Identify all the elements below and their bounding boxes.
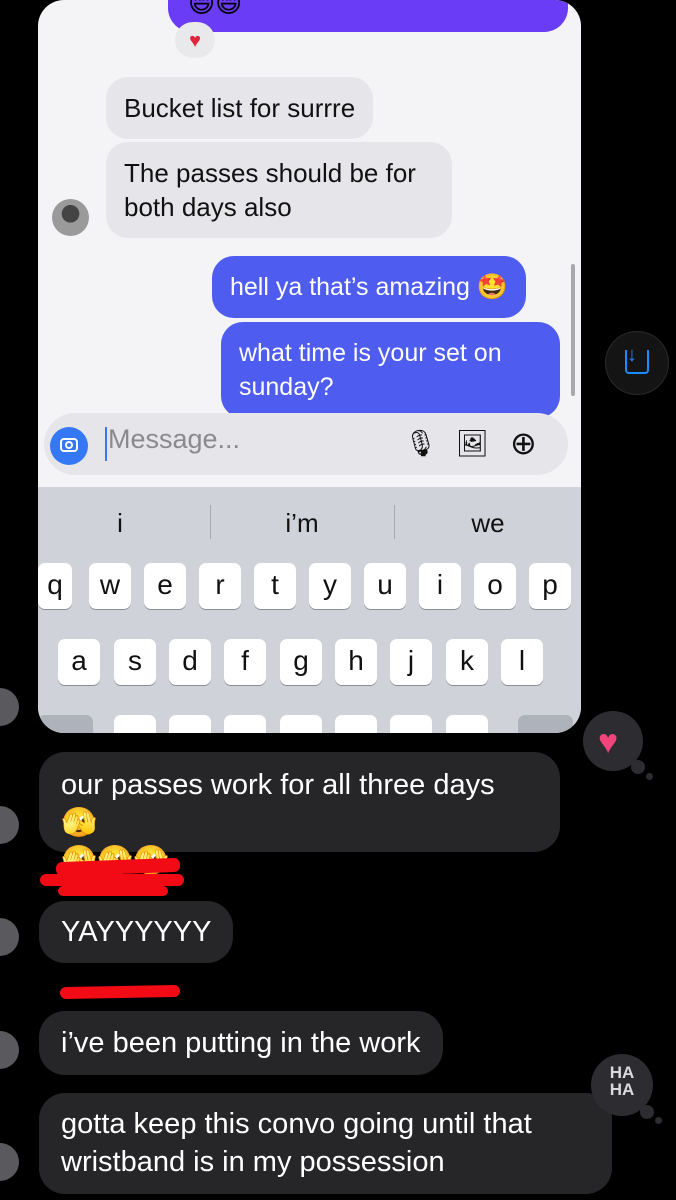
key[interactable] <box>390 715 432 733</box>
incoming-message: our passes work for all three days 🫣 🫣🫣🫣 <box>39 752 560 877</box>
incoming-message: gotta keep this convo going until that w… <box>39 1093 612 1194</box>
redaction-mark <box>40 874 184 886</box>
suggestion[interactable]: i <box>60 508 180 539</box>
camera-icon[interactable] <box>50 427 88 465</box>
incoming-message: Bucket list for surrre <box>106 77 374 139</box>
delete-key[interactable] <box>518 715 573 733</box>
haha-icon: HA HA <box>604 1064 640 1098</box>
top-emojis: 😄😄 <box>188 0 243 18</box>
embedded-screenshot: 😄😄 ♥ Bucket list for surrre The passes s… <box>38 0 581 733</box>
key[interactable]: r <box>199 563 241 609</box>
key[interactable]: g <box>280 639 322 685</box>
key[interactable] <box>335 715 377 733</box>
haha-text: HA <box>609 1080 635 1099</box>
key[interactable]: l <box>501 639 543 685</box>
avatar <box>52 199 89 236</box>
key[interactable] <box>224 715 266 733</box>
key[interactable] <box>280 715 322 733</box>
avatar <box>0 688 19 726</box>
divider <box>210 505 211 539</box>
heart-icon: ♥ <box>598 723 619 761</box>
key[interactable] <box>114 715 156 733</box>
key[interactable]: k <box>446 639 488 685</box>
key[interactable]: e <box>144 563 186 609</box>
key[interactable]: j <box>390 639 432 685</box>
key[interactable] <box>446 715 488 733</box>
key[interactable]: f <box>224 639 266 685</box>
key[interactable]: y <box>309 563 351 609</box>
scrollbar <box>571 264 575 396</box>
key[interactable] <box>169 715 211 733</box>
incoming-message: YAYYYYYY <box>39 901 234 963</box>
key[interactable]: i <box>419 563 461 609</box>
suggestion[interactable]: i’m <box>242 508 362 539</box>
haha-text: HA <box>609 1063 635 1082</box>
download-arrow-icon: ↓ <box>627 344 637 366</box>
key[interactable]: a <box>58 639 100 685</box>
key[interactable]: o <box>474 563 516 609</box>
text-caret <box>105 427 107 461</box>
incoming-message: The passes should be for both days also <box>106 142 452 238</box>
message-text: wristband is in my possession <box>61 1146 445 1178</box>
plus-icon[interactable]: ⊕ <box>510 424 537 462</box>
key[interactable]: t <box>254 563 296 609</box>
heart-reaction-icon: ♥ <box>175 22 215 58</box>
key[interactable]: s <box>114 639 156 685</box>
key[interactable]: u <box>364 563 406 609</box>
reaction-tail <box>646 773 653 780</box>
outgoing-message: what time is your set on sunday? <box>221 322 560 418</box>
reaction-tail <box>631 760 645 774</box>
reaction-tail <box>655 1117 662 1124</box>
microphone-icon[interactable]: 🎙 <box>404 428 437 459</box>
redaction-mark <box>58 886 168 896</box>
shift-key[interactable] <box>38 715 93 733</box>
incoming-message: i’ve been putting in the work <box>39 1011 443 1075</box>
key[interactable]: h <box>335 639 377 685</box>
avatar <box>0 806 19 844</box>
keyboard: i i’m we q w e r t y u i o p a s d f g h… <box>38 487 581 733</box>
key[interactable]: p <box>529 563 571 609</box>
divider <box>394 505 395 539</box>
key[interactable]: q <box>38 563 72 609</box>
key[interactable]: w <box>89 563 131 609</box>
gallery-icon[interactable]: 🖼 <box>456 428 489 459</box>
message-text: gotta keep this convo going until that <box>61 1108 532 1140</box>
message-text: our passes work for all three days 🫣 <box>61 769 495 839</box>
outgoing-message: hell ya that’s amazing 🤩 <box>212 256 527 318</box>
reaction-tail <box>640 1105 654 1119</box>
key[interactable]: d <box>169 639 211 685</box>
avatar <box>0 1143 19 1181</box>
avatar <box>0 1031 19 1069</box>
avatar <box>0 918 19 956</box>
message-input[interactable]: Message... <box>108 424 240 455</box>
suggestion[interactable]: we <box>428 508 548 539</box>
redaction-mark <box>59 984 181 1000</box>
